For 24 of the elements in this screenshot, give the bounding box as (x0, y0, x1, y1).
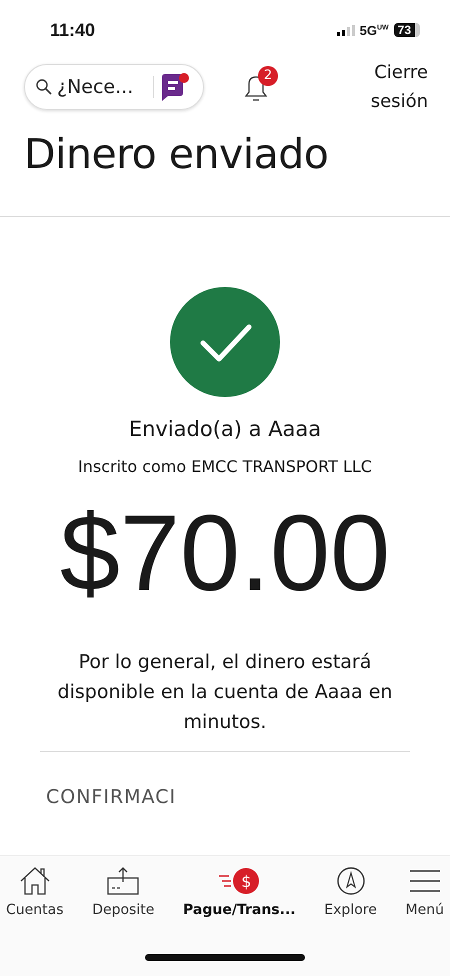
deposit-icon (106, 866, 140, 896)
search-icon (35, 78, 53, 96)
search-input[interactable]: ¿Nece... (57, 76, 154, 98)
nav-tab[interactable]: Menú (406, 856, 444, 938)
search-field[interactable]: ¿Nece... (24, 64, 204, 110)
enrolled-text: Inscrito como EMCC TRANSPORT LLC (78, 457, 372, 476)
page-title: Dinero enviado (24, 130, 330, 178)
nav-tab[interactable]: $ Pague/Trans... (183, 856, 296, 938)
success-check-icon (170, 287, 280, 397)
nav-tab[interactable]: Cuentas (6, 856, 64, 938)
availability-note: Por lo general, el dinero estará disponible en la cuenta de Aaaa en minutos. (56, 650, 394, 735)
logout-button[interactable]: Cierre sesión (338, 58, 428, 116)
house-icon (18, 866, 51, 896)
notification-badge: 2 (258, 66, 278, 86)
battery-level: 73 (394, 23, 420, 37)
recipient-text: Enviado(a) a Aaaa (128, 417, 322, 441)
nav-tab[interactable]: Deposite (92, 856, 154, 938)
compass-icon (336, 866, 366, 896)
status-time: 11:40 (50, 20, 96, 40)
network-label: 5G$^{UW}$ (360, 22, 389, 38)
signal-icon (336, 24, 355, 36)
nav-tab[interactable]: Explore (324, 856, 377, 938)
amount-text: $70.00 (60, 494, 390, 613)
section-heading: CONFIRMACI (46, 786, 176, 808)
